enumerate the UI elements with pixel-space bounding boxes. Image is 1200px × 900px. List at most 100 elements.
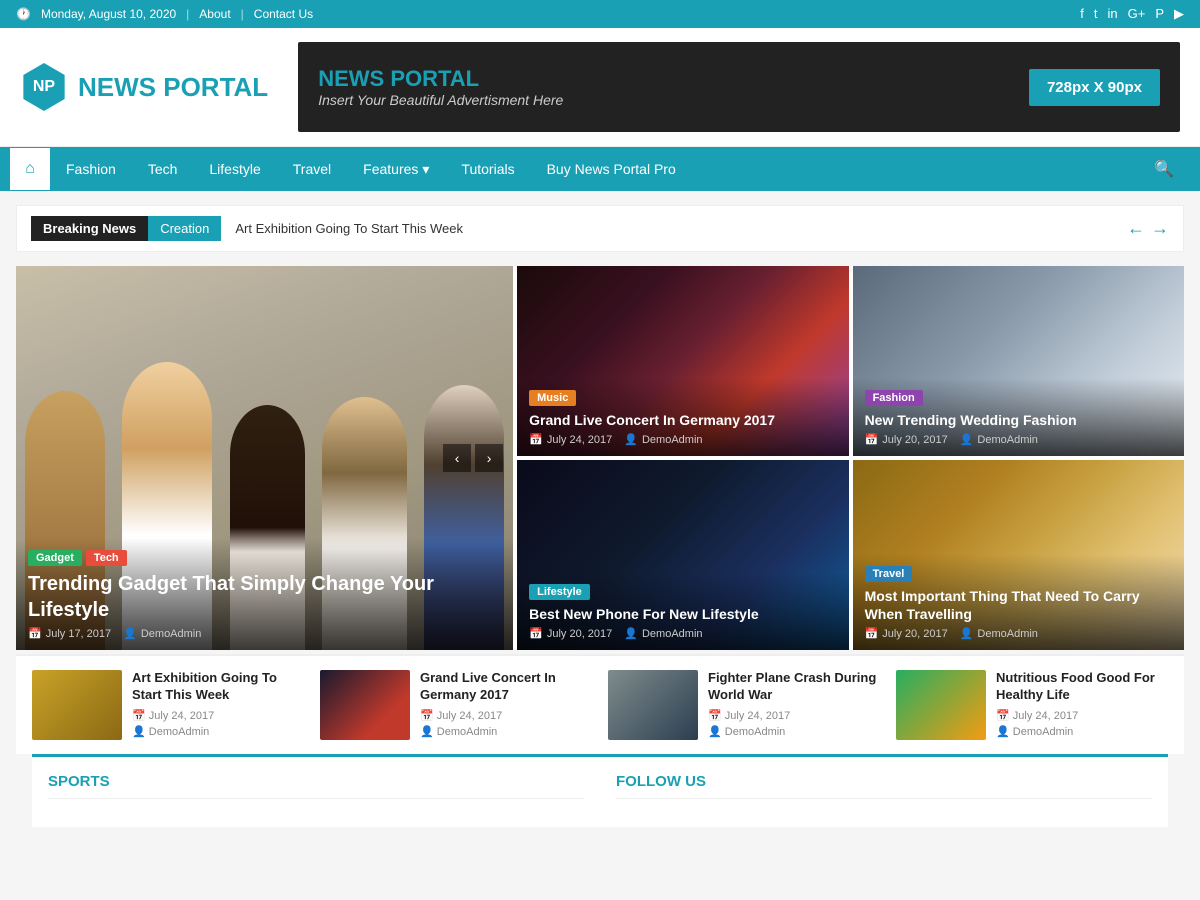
travel-meta: 📅 July 20, 2017 👤 DemoAdmin [865, 627, 1172, 640]
article-info-2: Fighter Plane Crash During World War 📅 J… [708, 670, 880, 740]
article-card-2[interactable]: Fighter Plane Crash During World War 📅 J… [608, 670, 880, 740]
logo-news: NEWS [78, 72, 156, 102]
travel-tag[interactable]: Travel [865, 566, 913, 582]
navigation: ⌂ Fashion Tech Lifestyle Travel Features… [0, 147, 1200, 191]
lifestyle-tag[interactable]: Lifestyle [529, 584, 590, 600]
sports-title: SPORTS [48, 773, 584, 799]
nav-tech[interactable]: Tech [132, 149, 194, 189]
music-tag[interactable]: Music [529, 390, 576, 406]
article-title-2: Fighter Plane Crash During World War [708, 670, 880, 704]
featured-cell-travel[interactable]: Travel Most Important Thing That Need To… [853, 460, 1184, 650]
logo-text: NEWS PORTAL [78, 72, 268, 103]
article-meta-0: 📅 July 24, 2017 👤 DemoAdmin [132, 709, 304, 738]
slider-next-button[interactable]: › [475, 444, 503, 472]
fashion-overlay: Fashion New Trending Wedding Fashion 📅 J… [853, 378, 1184, 456]
breaking-prev-arrow[interactable]: ← [1127, 218, 1145, 239]
article-title-3: Nutritious Food Good For Healthy Life [996, 670, 1168, 704]
article-thumb-3 [896, 670, 986, 740]
linkedin-icon[interactable]: in [1107, 6, 1117, 22]
main-title: Trending Gadget That Simply Change Your … [28, 571, 501, 623]
nav-fashion[interactable]: Fashion [50, 149, 132, 189]
breaking-tag: Creation [148, 216, 221, 241]
nav-features[interactable]: Features ▾ [347, 149, 445, 190]
featured-grid: ‹ › Gadget Tech Trending Gadget That Sim… [16, 266, 1184, 650]
article-title-0: Art Exhibition Going To Start This Week [132, 670, 304, 704]
article-info-0: Art Exhibition Going To Start This Week … [132, 670, 304, 740]
featured-cell-phone[interactable]: Lifestyle Best New Phone For New Lifesty… [517, 460, 848, 650]
article-title-1: Grand Live Concert In Germany 2017 [420, 670, 592, 704]
breaking-news-bar: Breaking News Creation Art Exhibition Go… [16, 205, 1184, 252]
main-content: ‹ › Gadget Tech Trending Gadget That Sim… [0, 266, 1200, 843]
calendar-icon: 📅 [28, 627, 42, 640]
logo[interactable]: NP NEWS PORTAL [20, 63, 268, 111]
sports-section: SPORTS [32, 754, 600, 827]
home-nav-button[interactable]: ⌂ [10, 148, 50, 190]
main-meta: 📅July 17, 2017 👤DemoAdmin [28, 627, 501, 640]
article-card-1[interactable]: Grand Live Concert In Germany 2017 📅 Jul… [320, 670, 592, 740]
nav-buy-pro[interactable]: Buy News Portal Pro [531, 149, 692, 189]
phone-overlay: Lifestyle Best New Phone For New Lifesty… [517, 572, 848, 650]
ad-size-button[interactable]: 728px X 90px [1029, 69, 1160, 106]
concert-title: Grand Live Concert In Germany 2017 [529, 411, 836, 429]
twitter-icon[interactable]: t [1094, 6, 1098, 22]
featured-main[interactable]: ‹ › Gadget Tech Trending Gadget That Sim… [16, 266, 513, 650]
slider-arrows: ‹ › [443, 444, 503, 472]
logo-letters: NP [33, 78, 55, 96]
breaking-label: Breaking News [31, 216, 148, 241]
breaking-text: Art Exhibition Going To Start This Week [221, 221, 1127, 236]
article-card-0[interactable]: Art Exhibition Going To Start This Week … [32, 670, 304, 740]
concert-meta: 📅 July 24, 2017 👤 DemoAdmin [529, 433, 836, 446]
phone-meta: 📅 July 20, 2017 👤 DemoAdmin [529, 627, 836, 640]
fashion-meta: 📅 July 20, 2017 👤 DemoAdmin [865, 433, 1172, 446]
follow-section: FOLLOW US [600, 754, 1168, 827]
nav-travel[interactable]: Travel [277, 149, 347, 189]
gadget-tag[interactable]: Gadget [28, 550, 82, 566]
tech-tag[interactable]: Tech [86, 550, 127, 566]
article-meta-1: 📅 July 24, 2017 👤 DemoAdmin [420, 709, 592, 738]
date-text: Monday, August 10, 2020 [41, 7, 176, 21]
travel-overlay: Travel Most Important Thing That Need To… [853, 554, 1184, 650]
follow-title: FOLLOW US [616, 773, 1152, 799]
travel-title: Most Important Thing That Need To Carry … [865, 587, 1172, 623]
breaking-arrows: ← → [1127, 218, 1169, 239]
concert-overlay: Music Grand Live Concert In Germany 2017… [517, 378, 848, 456]
fashion-tag[interactable]: Fashion [865, 390, 923, 406]
clock-icon: 🕐 [16, 7, 31, 21]
ad-banner[interactable]: NEWS PORTAL Insert Your Beautiful Advert… [298, 42, 1180, 132]
youtube-icon[interactable]: ▶ [1174, 6, 1184, 22]
user-icon: 👤 [123, 627, 137, 640]
ad-title: NEWS PORTAL [318, 66, 563, 92]
main-overlay: Gadget Tech Trending Gadget That Simply … [16, 538, 513, 650]
logo-portal: PORTAL [163, 72, 268, 102]
article-meta-3: 📅 July 24, 2017 👤 DemoAdmin [996, 709, 1168, 738]
about-link[interactable]: About [199, 7, 230, 21]
footer-sections: SPORTS FOLLOW US [32, 754, 1168, 827]
social-icons: f t in G+ P ▶ [1080, 6, 1184, 22]
article-card-3[interactable]: Nutritious Food Good For Healthy Life 📅 … [896, 670, 1168, 740]
article-meta-2: 📅 July 24, 2017 👤 DemoAdmin [708, 709, 880, 738]
nav-tutorials[interactable]: Tutorials [445, 149, 530, 189]
main-tags: Gadget Tech [28, 548, 501, 571]
ad-subtitle: Insert Your Beautiful Advertisment Here [318, 92, 563, 108]
bottom-articles: Art Exhibition Going To Start This Week … [16, 654, 1184, 754]
featured-cell-concert[interactable]: Music Grand Live Concert In Germany 2017… [517, 266, 848, 456]
breaking-next-arrow[interactable]: → [1151, 218, 1169, 239]
featured-cell-fashion[interactable]: Fashion New Trending Wedding Fashion 📅 J… [853, 266, 1184, 456]
header: NP NEWS PORTAL NEWS PORTAL Insert Your B… [0, 28, 1200, 147]
fashion-title: New Trending Wedding Fashion [865, 411, 1172, 429]
phone-title: Best New Phone For New Lifestyle [529, 605, 836, 623]
article-thumb-0 [32, 670, 122, 740]
facebook-icon[interactable]: f [1080, 6, 1084, 22]
slider-prev-button[interactable]: ‹ [443, 444, 471, 472]
googleplus-icon[interactable]: G+ [1128, 6, 1146, 22]
article-info-3: Nutritious Food Good For Healthy Life 📅 … [996, 670, 1168, 740]
logo-hex: NP [20, 63, 68, 111]
ad-banner-text: NEWS PORTAL Insert Your Beautiful Advert… [318, 66, 563, 108]
article-thumb-1 [320, 670, 410, 740]
nav-lifestyle[interactable]: Lifestyle [193, 149, 276, 189]
top-bar-left: 🕐 Monday, August 10, 2020 | About | Cont… [16, 7, 313, 21]
pinterest-icon[interactable]: P [1155, 6, 1164, 22]
top-bar: 🕐 Monday, August 10, 2020 | About | Cont… [0, 0, 1200, 28]
search-icon[interactable]: 🔍 [1138, 147, 1190, 191]
contact-link[interactable]: Contact Us [254, 7, 313, 21]
